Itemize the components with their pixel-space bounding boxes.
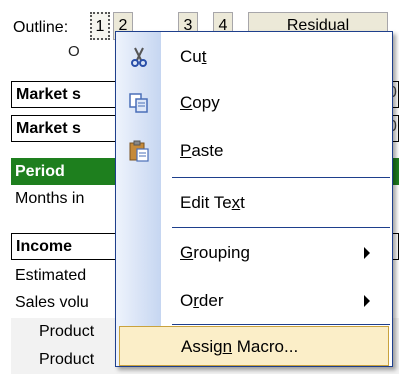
cell-text: Market s xyxy=(16,86,81,103)
context-menu: Cut Copy Paste Edit Text Grouping Order … xyxy=(115,31,393,367)
menu-separator xyxy=(172,177,390,178)
scissors-icon xyxy=(128,46,150,68)
menu-item-label: Order xyxy=(180,291,224,310)
menu-item-order[interactable]: Order xyxy=(116,278,392,324)
menu-item-label: Paste xyxy=(180,141,224,160)
menu-item-cut[interactable]: Cut xyxy=(116,34,392,80)
cell-text: Estimated xyxy=(15,267,87,284)
copy-icon xyxy=(128,92,150,114)
cell-text: Sales volu xyxy=(15,294,89,311)
menu-item-label: Copy xyxy=(180,93,220,112)
paste-icon xyxy=(128,140,150,162)
cell-text: Product xyxy=(39,323,95,340)
menu-item-label: Edit Text xyxy=(180,193,245,212)
menu-item-label: Cut xyxy=(180,47,207,66)
menu-item-label: Grouping xyxy=(180,243,250,262)
menu-item-edit-text[interactable]: Edit Text xyxy=(116,180,392,226)
menu-item-paste[interactable]: Paste xyxy=(116,128,392,174)
outline-label: Outline: xyxy=(13,19,69,36)
cell-text: Product xyxy=(39,351,95,368)
menu-item-copy[interactable]: Copy xyxy=(116,80,392,126)
submenu-arrow-icon xyxy=(364,295,370,307)
outline-level-1-button[interactable]: 1 xyxy=(90,12,110,40)
cell-text: Market s xyxy=(16,120,81,137)
cell-text: Months in xyxy=(15,190,85,207)
cell-text: Income xyxy=(16,238,73,255)
on-label: O xyxy=(68,43,80,60)
submenu-arrow-icon xyxy=(364,247,370,259)
cell-text: Period xyxy=(15,163,65,180)
menu-item-label: Assign Macro... xyxy=(181,337,299,356)
menu-item-grouping[interactable]: Grouping xyxy=(116,230,392,276)
menu-item-assign-macro[interactable]: Assign Macro... xyxy=(119,326,389,366)
menu-separator xyxy=(172,324,390,325)
menu-separator xyxy=(172,227,390,228)
